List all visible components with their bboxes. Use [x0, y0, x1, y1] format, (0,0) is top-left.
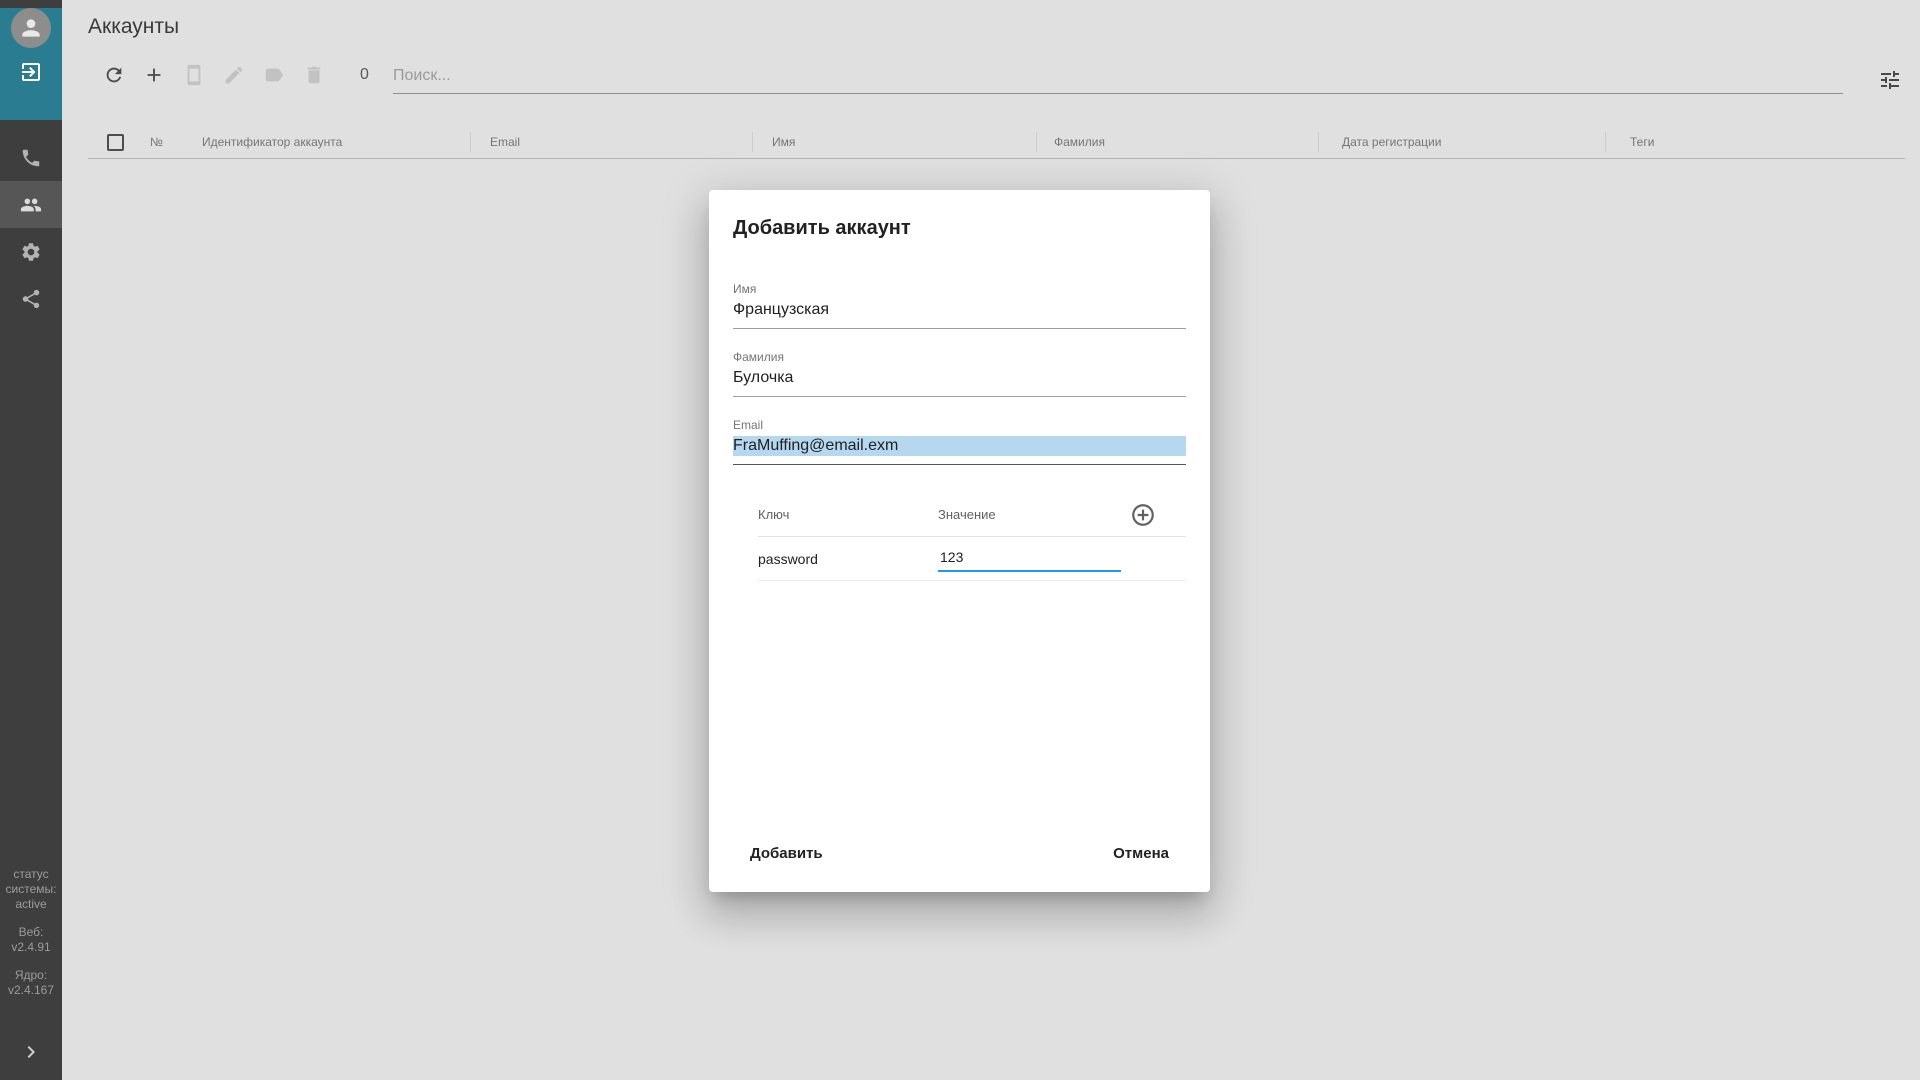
- search-input[interactable]: [393, 58, 1843, 93]
- pencil-icon: [223, 64, 245, 86]
- email-label: Email: [733, 418, 1186, 432]
- exit-icon: [19, 60, 43, 84]
- avatar[interactable]: [11, 8, 51, 48]
- dialog-title: Добавить аккаунт: [733, 216, 1186, 240]
- status-line: статус: [0, 867, 62, 882]
- header-cell-first-name: Имя: [751, 126, 1035, 158]
- first-name-label: Имя: [733, 282, 1186, 296]
- edit-button[interactable]: [222, 63, 246, 87]
- people-icon: [20, 194, 42, 216]
- web-version-block: Веб: v2.4.91: [0, 925, 62, 955]
- share-icon: [20, 288, 42, 310]
- sidebar-header: [0, 8, 62, 120]
- add-account-button[interactable]: [142, 63, 166, 87]
- key-value-section: Ключ Значение password 123: [758, 493, 1186, 581]
- add-account-dialog: Добавить аккаунт Имя Французская Фамилия…: [709, 190, 1210, 892]
- selected-count: 0: [360, 66, 369, 84]
- header-cell-email: Email: [469, 126, 751, 158]
- accounts-table-header: № Идентификатор аккаунта Email Имя Фамил…: [88, 126, 1905, 159]
- trash-icon: [303, 64, 325, 86]
- expand-sidebar-button[interactable]: [0, 1038, 62, 1066]
- refresh-button[interactable]: [102, 63, 126, 87]
- system-status-block: статус системы: active: [0, 867, 62, 912]
- header-cell-last-name: Фамилия: [1035, 126, 1317, 158]
- email-input[interactable]: FraMuffing@email.exm: [733, 432, 1186, 465]
- sim-card-icon: [183, 64, 205, 86]
- web-version-label: Веб:: [0, 925, 62, 940]
- status-value: active: [0, 897, 62, 912]
- core-version-value: v2.4.167: [0, 983, 62, 998]
- key-input[interactable]: password: [758, 551, 938, 567]
- sidebar-item-accounts[interactable]: [0, 181, 62, 228]
- value-input[interactable]: 123: [938, 545, 1121, 572]
- plus-icon: [143, 64, 165, 86]
- submit-button[interactable]: Добавить: [750, 839, 823, 868]
- last-name-input[interactable]: Булочка: [733, 364, 1186, 397]
- search-field: [393, 58, 1843, 94]
- core-version-block: Ядро: v2.4.167: [0, 968, 62, 998]
- header-cell-checkbox: [88, 126, 140, 158]
- status-line: системы:: [0, 882, 62, 897]
- value-column-header: Значение: [938, 507, 1121, 522]
- first-name-field: Имя Французская: [733, 282, 1186, 329]
- sidebar-item-settings[interactable]: [0, 228, 62, 275]
- filter-button[interactable]: [1878, 68, 1902, 92]
- header-cell-account-id: Идентификатор аккаунта: [190, 126, 469, 158]
- plus-circle-icon: [1130, 502, 1156, 528]
- core-version-label: Ядро:: [0, 968, 62, 983]
- sidebar-item-share[interactable]: [0, 275, 62, 322]
- sidebar-nav: [0, 134, 62, 322]
- last-name-label: Фамилия: [733, 350, 1186, 364]
- tag-button[interactable]: [262, 63, 286, 87]
- dialog-actions: Добавить Отмена: [750, 839, 1169, 868]
- gear-icon: [20, 241, 42, 263]
- dialog-fields: Имя Французская Фамилия Булочка Email Fr…: [733, 282, 1186, 465]
- key-value-header: Ключ Значение: [758, 493, 1186, 537]
- last-name-field: Фамилия Булочка: [733, 350, 1186, 397]
- phone-icon: [20, 147, 42, 169]
- person-icon: [18, 15, 44, 41]
- sidebar-item-calls[interactable]: [0, 134, 62, 181]
- header-cell-tags: Теги: [1604, 126, 1905, 158]
- tag-icon: [263, 64, 285, 86]
- sim-card-button[interactable]: [182, 63, 206, 87]
- key-value-row: password 123: [758, 537, 1186, 581]
- email-field: Email FraMuffing@email.exm: [733, 418, 1186, 465]
- select-all-checkbox[interactable]: [107, 134, 124, 151]
- add-key-value-button[interactable]: [1130, 502, 1156, 528]
- tune-icon: [1878, 68, 1902, 92]
- cancel-button[interactable]: Отмена: [1113, 839, 1169, 868]
- page-title: Аккаунты: [88, 15, 179, 39]
- key-column-header: Ключ: [758, 507, 938, 522]
- system-status: статус системы: active Веб: v2.4.91 Ядро…: [0, 867, 62, 998]
- toolbar: 0: [102, 58, 369, 92]
- refresh-icon: [103, 64, 125, 86]
- logout-button[interactable]: [0, 48, 62, 96]
- first-name-input[interactable]: Французская: [733, 296, 1186, 329]
- delete-button[interactable]: [302, 63, 326, 87]
- email-selected-text: FraMuffing@email.exm: [733, 436, 1186, 456]
- header-cell-number: №: [140, 126, 190, 158]
- sidebar: статус системы: active Веб: v2.4.91 Ядро…: [0, 0, 62, 1080]
- web-version-value: v2.4.91: [0, 940, 62, 955]
- chevron-right-icon: [19, 1040, 43, 1064]
- header-cell-registration-date: Дата регистрации: [1317, 126, 1604, 158]
